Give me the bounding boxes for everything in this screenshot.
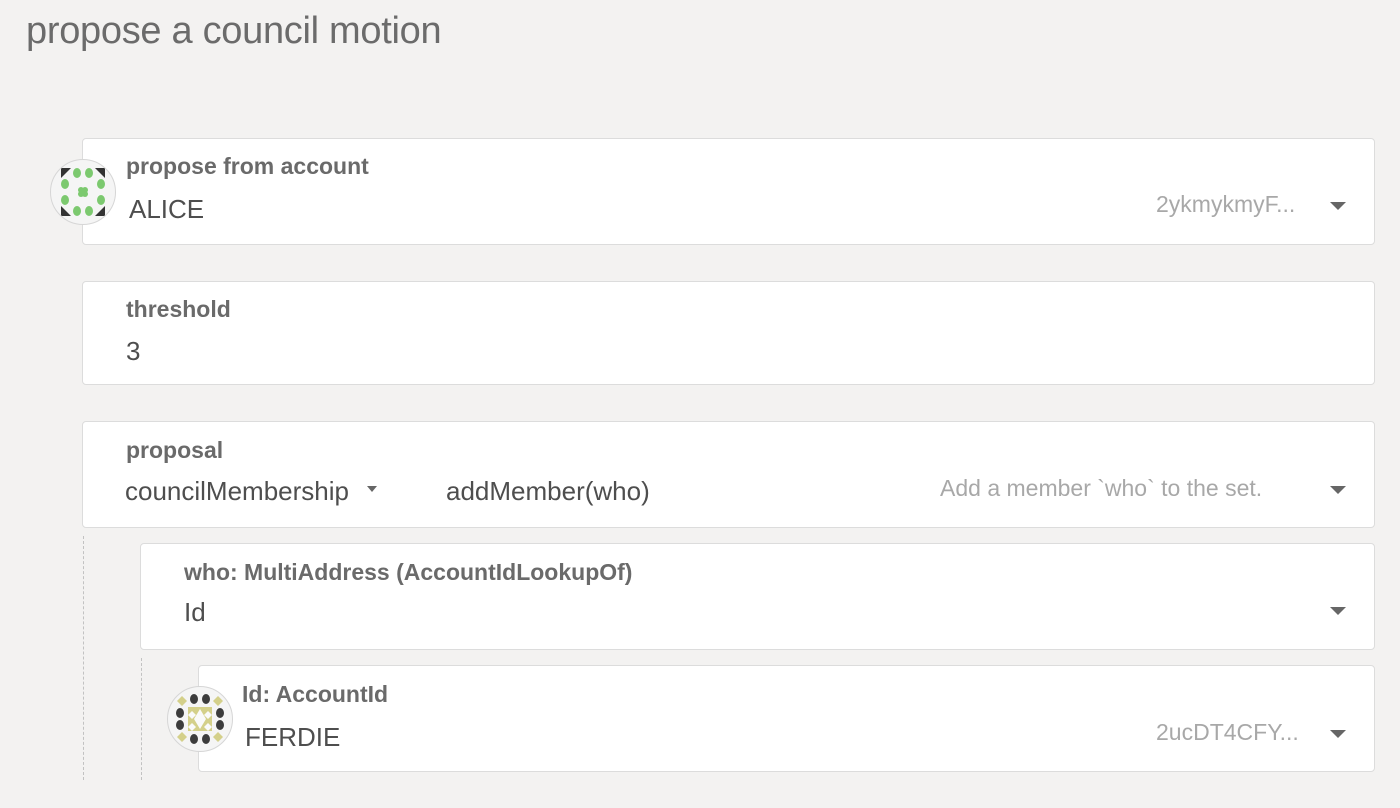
- threshold-input[interactable]: 3: [126, 336, 140, 367]
- page-title: propose a council motion: [26, 10, 442, 52]
- propose-from-account-label: propose from account: [126, 153, 369, 179]
- proposal-method-dropdown[interactable]: addMember(who): [446, 476, 650, 507]
- account-id-name: FERDIE: [245, 722, 341, 752]
- chevron-down-icon[interactable]: [1330, 202, 1346, 210]
- propose-from-account-dropdown[interactable]: propose from account ALICE 2ykmykmyF...: [82, 138, 1375, 245]
- threshold-field[interactable]: threshold 3: [82, 281, 1375, 385]
- proposal-section-dropdown[interactable]: councilMembership: [125, 476, 349, 507]
- account-id-identicon-icon[interactable]: [167, 686, 233, 752]
- proposal-method-description: Add a member `who` to the set.: [940, 475, 1263, 501]
- section-chevron-down-icon[interactable]: [367, 486, 377, 492]
- account-address: 2ykmykmyF...: [1156, 191, 1296, 217]
- account-name: ALICE: [129, 194, 205, 224]
- threshold-label: threshold: [126, 296, 231, 322]
- account-id-dropdown[interactable]: Id: AccountId FERDIE 2ucDT4CFY...: [198, 665, 1375, 772]
- who-chevron-down-icon[interactable]: [1330, 607, 1346, 615]
- account-identicon-icon[interactable]: [50, 159, 116, 225]
- account-id-chevron-down-icon[interactable]: [1330, 730, 1346, 738]
- account-id-label: Id: AccountId: [242, 681, 389, 707]
- who-value: Id: [184, 597, 206, 627]
- nested-id-guide: [141, 658, 142, 780]
- who-multiaddress-dropdown[interactable]: who: MultiAddress (AccountIdLookupOf) Id: [140, 543, 1375, 650]
- proposal-label: proposal: [126, 437, 224, 463]
- account-id-address: 2ucDT4CFY...: [1156, 719, 1299, 745]
- method-chevron-down-icon[interactable]: [1330, 486, 1346, 494]
- who-label: who: MultiAddress (AccountIdLookupOf): [184, 559, 633, 585]
- proposal-selector[interactable]: proposal councilMembership addMember(who…: [82, 421, 1375, 528]
- nested-params-guide: [83, 536, 84, 780]
